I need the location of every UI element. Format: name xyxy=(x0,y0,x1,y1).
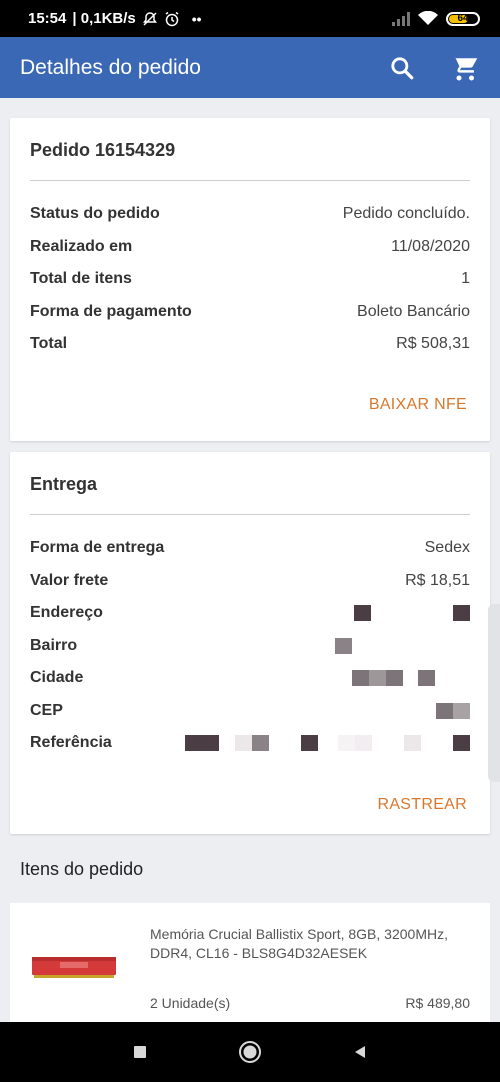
row-value: 1 xyxy=(461,270,470,288)
delivery-title: Entrega xyxy=(30,474,98,494)
app-bar: Detalhes do pedido xyxy=(0,37,500,98)
row-label: CEP xyxy=(30,701,63,719)
cart-icon xyxy=(450,55,478,80)
battery-icon: 64 xyxy=(446,11,480,26)
wifi-icon xyxy=(418,11,438,25)
order-row-status: Status do pedido Pedido concluído. xyxy=(30,198,470,231)
delivery-row-district: Bairro xyxy=(30,630,470,663)
row-value: R$ 508,31 xyxy=(396,335,470,353)
delivery-row-method: Forma de entrega Sedex xyxy=(30,532,470,565)
product-name: Memória Crucial Ballistix Sport, 8GB, 32… xyxy=(150,926,448,961)
order-card: Pedido 16154329 Status do pedido Pedido … xyxy=(10,118,490,441)
status-time: 15:54 xyxy=(28,10,67,27)
row-value: 11/08/2020 xyxy=(391,237,470,255)
redacted-value xyxy=(436,702,470,719)
search-icon xyxy=(391,56,414,79)
battery-level: 64 xyxy=(457,13,469,24)
redacted-value xyxy=(185,735,470,752)
order-row-total: Total R$ 508,31 xyxy=(30,328,470,361)
row-label: Status do pedido xyxy=(30,205,160,223)
product-quantity: 2 Unidade(s) xyxy=(150,995,231,1011)
row-label: Forma de pagamento xyxy=(30,302,192,320)
row-label: Total de itens xyxy=(30,270,132,288)
recents-button[interactable] xyxy=(126,1038,154,1066)
row-label: Referência xyxy=(30,734,112,752)
delivery-row-shipping-cost: Valor frete R$ 18,51 xyxy=(30,565,470,598)
alarm-icon xyxy=(165,11,179,26)
row-label: Total xyxy=(30,335,68,353)
page-title: Detalhes do pedido xyxy=(20,55,201,79)
delivery-row-reference: Referência xyxy=(30,727,470,760)
home-button[interactable] xyxy=(236,1038,264,1066)
row-label: Valor frete xyxy=(30,571,109,589)
redacted-value xyxy=(335,637,352,654)
order-row-payment: Forma de pagamento Boleto Bancário xyxy=(30,296,470,329)
row-label: Forma de entrega xyxy=(30,539,165,557)
notifications-off-icon xyxy=(142,11,157,26)
system-navigation-bar xyxy=(0,1022,500,1082)
redacted-value xyxy=(352,670,435,687)
list-item[interactable]: Memória Crucial Ballistix Sport, 8GB, 32… xyxy=(10,903,490,1023)
cart-button[interactable] xyxy=(448,52,480,84)
order-row-date: Realizado em 11/08/2020 xyxy=(30,231,470,264)
track-button[interactable]: RASTREAR xyxy=(377,796,467,814)
delivery-row-city: Cidade xyxy=(30,662,470,695)
redacted-value xyxy=(354,605,470,622)
row-label: Endereço xyxy=(30,604,103,622)
row-label: Bairro xyxy=(30,636,78,654)
signal-icon xyxy=(392,11,410,26)
download-nfe-button[interactable]: BAIXAR NFE xyxy=(369,396,467,414)
back-triangle-icon xyxy=(355,1046,365,1058)
circle-icon xyxy=(239,1041,261,1063)
square-icon xyxy=(134,1046,146,1058)
row-label: Cidade xyxy=(30,669,84,687)
delivery-card: Entrega Forma de entrega Sedex Valor fre… xyxy=(10,452,490,834)
row-value: Sedex xyxy=(424,539,470,557)
row-label: Realizado em xyxy=(30,237,133,255)
items-section-title: Itens do pedido xyxy=(20,859,144,879)
edge-handle[interactable] xyxy=(488,604,500,782)
product-image xyxy=(30,953,118,979)
order-row-items: Total de itens 1 xyxy=(30,263,470,296)
back-button[interactable] xyxy=(346,1038,374,1066)
more-notifications-icon: •• xyxy=(191,10,202,27)
order-title: Pedido 16154329 xyxy=(30,140,176,160)
status-bar: 15:54 | 0,1KB/s •• 64 xyxy=(0,0,500,37)
search-button[interactable] xyxy=(386,52,418,84)
row-value: R$ 18,51 xyxy=(405,571,470,589)
product-price: R$ 489,80 xyxy=(405,995,470,1011)
delivery-row-zip: CEP xyxy=(30,695,470,728)
row-value: Pedido concluído. xyxy=(342,205,470,223)
row-value: Boleto Bancário xyxy=(357,302,470,320)
delivery-row-address: Endereço xyxy=(30,597,470,630)
status-network-speed: | 0,1KB/s xyxy=(72,10,136,27)
